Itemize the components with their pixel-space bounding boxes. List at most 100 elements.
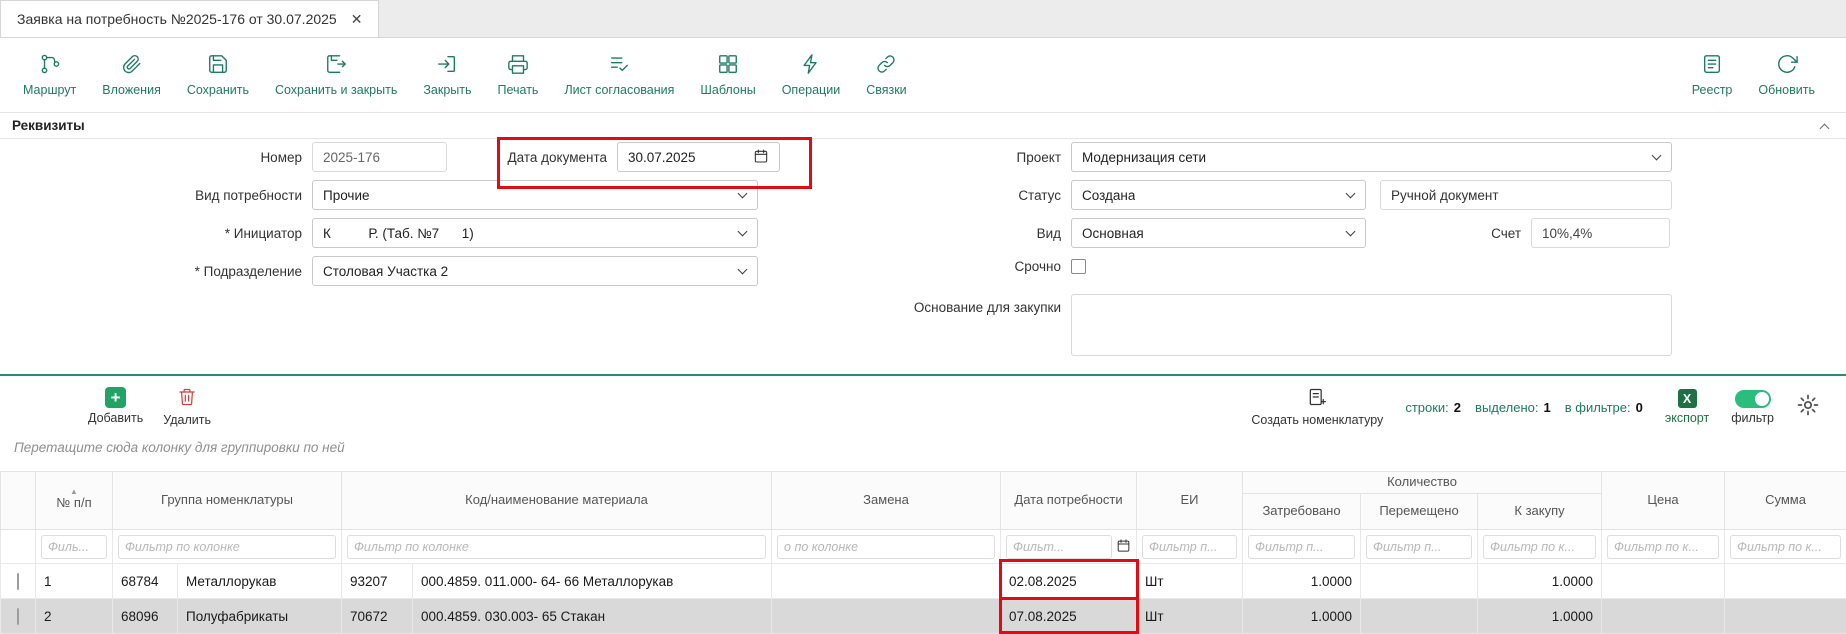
initiator-select[interactable]: К Р. (Таб. №7 1): [312, 218, 758, 248]
chevron-down-icon: [1652, 151, 1662, 161]
header-date[interactable]: Дата потребности: [1001, 472, 1137, 530]
header-material[interactable]: Код/наименование материала: [342, 472, 772, 530]
filter-summa-input[interactable]: [1730, 535, 1841, 559]
save-and-close-button[interactable]: Сохранить и закрыть: [262, 53, 410, 97]
paperclip-icon: [121, 53, 143, 78]
form-row-urgent: Срочно: [768, 259, 1086, 274]
header-zamena[interactable]: Замена: [772, 472, 1001, 530]
header-cena[interactable]: Цена: [1602, 472, 1725, 530]
create-nomenclature-button[interactable]: Создать номенклатуру: [1251, 387, 1383, 427]
delete-row-button[interactable]: Удалить: [163, 387, 211, 427]
filter-cena-input[interactable]: [1607, 535, 1719, 559]
approval-sheet-button[interactable]: Лист согласования: [551, 53, 687, 97]
cell-k-zakupu: 1.0000: [1478, 599, 1602, 634]
filter-zamena-input[interactable]: [777, 535, 995, 559]
document-tab[interactable]: Заявка на потребность №2025-176 от 30.07…: [0, 0, 379, 37]
header-ei[interactable]: ЕИ: [1137, 472, 1243, 530]
header-npp[interactable]: ▲№ п/п: [36, 472, 113, 530]
need-type-select[interactable]: Прочие: [312, 180, 758, 210]
filter-npp-input[interactable]: [41, 535, 107, 559]
chevron-down-icon: [738, 265, 748, 275]
templates-label: Шаблоны: [700, 83, 755, 97]
print-button[interactable]: Печать: [485, 53, 552, 97]
items-toolbar: + Добавить Удалить Создать номенклатуру …: [0, 384, 1846, 430]
tab-bar: Заявка на потребность №2025-176 от 30.07…: [0, 0, 1846, 38]
links-button[interactable]: Связки: [853, 53, 919, 97]
status-select[interactable]: Создана: [1071, 180, 1366, 210]
need-type-value: Прочие: [323, 188, 370, 203]
purchase-reason-textarea[interactable]: [1071, 294, 1672, 356]
create-nomenclature-label: Создать номенклатуру: [1251, 413, 1383, 427]
document-tab-title: Заявка на потребность №2025-176 от 30.07…: [17, 11, 337, 27]
urgent-label: Срочно: [768, 259, 1071, 274]
table-stats: строки:2 выделено:1 в фильтре:0: [1405, 400, 1643, 415]
toggle-switch[interactable]: [1735, 390, 1771, 408]
save-icon: [207, 53, 229, 78]
cell-date: 02.08.2025: [1001, 564, 1137, 599]
manual-document-field[interactable]: Ручной документ: [1380, 180, 1672, 210]
kind-select[interactable]: Основная: [1071, 218, 1366, 248]
cell-material-code: 70672: [342, 599, 413, 634]
gear-icon[interactable]: [1796, 393, 1820, 422]
cell-ei: Шт: [1137, 564, 1243, 599]
cell-npp: 1: [36, 564, 113, 599]
urgent-checkbox[interactable]: [1071, 259, 1086, 274]
close-button[interactable]: Закрыть: [410, 53, 484, 97]
collapse-section-icon[interactable]: [1820, 124, 1830, 134]
registry-button[interactable]: Реестр: [1679, 53, 1746, 97]
cell-k-zakupu: 1.0000: [1478, 564, 1602, 599]
filter-material-input[interactable]: [347, 535, 766, 559]
calendar-icon[interactable]: [753, 148, 769, 167]
form-row-initiator: * Инициатор К Р. (Таб. №7 1): [0, 218, 758, 248]
tab-close-icon[interactable]: ✕: [351, 11, 363, 28]
export-excel-button[interactable]: X экспорт: [1665, 389, 1709, 425]
filter-k-zakupu-input[interactable]: [1483, 535, 1596, 559]
table-row-selected[interactable]: 2 68096 Полуфабрикаты 70672 000.4859. 03…: [1, 599, 1846, 634]
status-label: Статус: [768, 188, 1071, 203]
filter-toggle-button[interactable]: фильтр: [1731, 390, 1774, 425]
number-field[interactable]: 2025-176: [312, 142, 447, 172]
document-date-field[interactable]: 30.07.2025: [617, 142, 780, 172]
kind-value: Основная: [1082, 226, 1144, 241]
department-select[interactable]: Столовая Участка 2: [312, 256, 758, 286]
cell-group-name: Металлорукав: [178, 564, 342, 599]
cell-date: 07.08.2025: [1001, 599, 1137, 634]
form-row-department: * Подразделение Столовая Участка 2: [0, 256, 758, 286]
header-zatrebovano[interactable]: Затребовано: [1243, 494, 1361, 530]
filter-zatrebovano-input[interactable]: [1248, 535, 1355, 559]
filter-ei-input[interactable]: [1142, 535, 1237, 559]
filter-peremeshcheno-input[interactable]: [1366, 535, 1472, 559]
grid-icon: [717, 53, 739, 78]
filter-group-input[interactable]: [118, 535, 336, 559]
header-group[interactable]: Группа номенклатуры: [113, 472, 342, 530]
export-label: экспорт: [1665, 411, 1709, 425]
table-row[interactable]: 1 68784 Металлорукав 93207 000.4859. 011…: [1, 564, 1846, 599]
templates-button[interactable]: Шаблоны: [687, 53, 768, 97]
save-and-close-label: Сохранить и закрыть: [275, 83, 397, 97]
header-peremeshcheno[interactable]: Перемещено: [1361, 494, 1478, 530]
operations-label: Операции: [782, 83, 840, 97]
header-k-zakupu[interactable]: К закупу: [1478, 494, 1602, 530]
refresh-button[interactable]: Обновить: [1745, 53, 1828, 97]
add-row-button[interactable]: + Добавить: [88, 387, 143, 427]
filter-date-input[interactable]: [1006, 535, 1112, 559]
project-select[interactable]: Модернизация сети: [1071, 142, 1672, 172]
links-label: Связки: [866, 83, 906, 97]
number-label: Номер: [0, 150, 312, 165]
purchase-reason-label: Основание для закупки: [768, 294, 1071, 315]
chevron-down-icon: [1346, 189, 1356, 199]
row-checkbox[interactable]: [17, 573, 19, 590]
chevron-down-icon: [738, 189, 748, 199]
calendar-icon[interactable]: [1116, 538, 1131, 556]
route-button[interactable]: Маршрут: [10, 53, 89, 97]
form-row-status: Статус Создана Ручной документ: [768, 180, 1672, 210]
save-button[interactable]: Сохранить: [174, 53, 262, 97]
filter-label: фильтр: [1731, 411, 1774, 425]
cell-zamena: [772, 599, 1001, 634]
cell-summa: [1725, 564, 1846, 599]
operations-button[interactable]: Операции: [769, 53, 853, 97]
header-summa[interactable]: Сумма: [1725, 472, 1846, 530]
attachments-button[interactable]: Вложения: [89, 53, 174, 97]
account-field[interactable]: 10%,4%: [1531, 218, 1670, 248]
row-checkbox[interactable]: [17, 608, 19, 625]
